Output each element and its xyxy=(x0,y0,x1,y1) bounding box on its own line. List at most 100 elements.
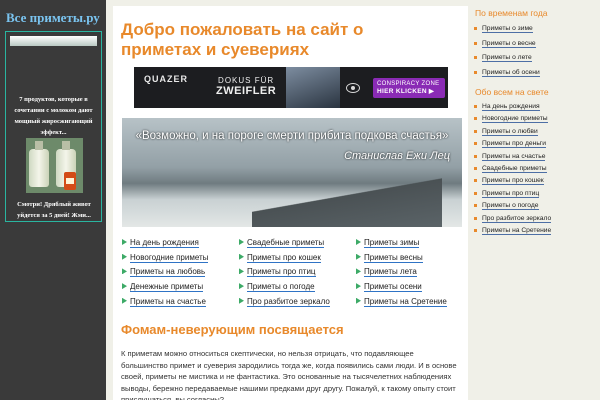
category-link[interactable]: Приметы на любовь xyxy=(122,266,206,278)
section-title: Фомам-неверующим посвящается xyxy=(121,322,344,337)
category-link[interactable]: Денежные приметы xyxy=(122,281,204,293)
sidebar-link[interactable]: Про разбитое зеркало xyxy=(482,213,552,224)
category-link[interactable]: Про разбитое зеркало xyxy=(239,296,330,308)
sidebar-link[interactable]: Приметы о любви xyxy=(482,126,538,137)
category-link-label: Приметы весны xyxy=(364,252,423,263)
arrow-icon xyxy=(239,268,244,275)
promo-text-2[interactable]: Смотри! Дряблый живот уйдется за 5 дней!… xyxy=(9,199,99,221)
sidebar-link[interactable]: Приметы на Сретение xyxy=(482,225,552,236)
ad-cta-button[interactable]: CONSPIRACY ZONE HIER KLICKEN ▶ xyxy=(373,78,445,98)
banner-quote: «Возможно, и на пороге смерти прибита по… xyxy=(135,130,449,142)
arrow-icon xyxy=(239,253,244,260)
sidebar-link[interactable]: Приметы о зиме xyxy=(482,23,533,34)
sidebar-link[interactable]: Приметы про птиц xyxy=(482,188,540,199)
ad-cta-line2: HIER KLICKEN ▶ xyxy=(377,88,435,95)
world-heading: Обо всем на свете xyxy=(475,87,549,97)
ad-banner[interactable]: QUAZER DOKUS FÜR ZWEIFLER CONSPIRACY ZON… xyxy=(134,67,448,108)
sidebar-link-label: Приметы об осени xyxy=(482,68,540,77)
arrow-icon xyxy=(122,253,127,260)
sidebar-link[interactable]: Приметы про кошек xyxy=(482,175,544,186)
arrow-icon xyxy=(356,297,361,304)
bullet-icon xyxy=(474,41,477,45)
bullet-icon xyxy=(474,191,477,195)
jar-icon xyxy=(64,172,76,190)
category-link[interactable]: На день рождения xyxy=(122,237,199,249)
category-links: На день рождения Свадебные приметы Приметы… xyxy=(122,233,462,313)
bullet-icon xyxy=(474,154,477,158)
category-link[interactable]: Приметы на счастье xyxy=(122,296,206,308)
sidebar-link-label: Про разбитое зеркало xyxy=(482,214,552,223)
sidebar-link-label: Свадебные приметы xyxy=(482,165,547,173)
category-link-label: Приметы про кошек xyxy=(247,252,321,263)
category-link-label: Приметы лета xyxy=(364,267,417,278)
bullet-icon xyxy=(474,204,477,208)
ad-logo: QUAZER xyxy=(144,74,188,84)
sidebar-link-label: Новогодние приметы xyxy=(482,115,548,124)
sidebar-link[interactable]: Приметы об осени xyxy=(482,67,540,78)
category-link-label: Приметы на любовь xyxy=(130,267,206,278)
ad-cta-line1: CONSPIRACY ZONE xyxy=(377,81,440,87)
category-link-label: Приметы зимы xyxy=(364,238,420,248)
category-link-label: Про разбитое зеркало xyxy=(247,296,330,307)
sidebar-link-label: Приметы о весне xyxy=(482,39,536,48)
sidebar-link[interactable]: Приметы на счастье xyxy=(482,151,546,162)
sidebar-link-label: Приметы про птиц xyxy=(482,189,540,198)
category-link-label: На день рождения xyxy=(130,238,199,248)
category-link[interactable]: Приметы весны xyxy=(356,252,423,264)
ad-headline: DOKUS FÜR ZWEIFLER xyxy=(216,75,276,97)
arrow-icon xyxy=(239,283,244,290)
category-link-label: Денежные приметы xyxy=(130,282,204,293)
arrow-icon xyxy=(356,253,361,260)
category-link[interactable]: Новогодние приметы xyxy=(122,252,209,264)
sidebar-link-label: Приметы о погоде xyxy=(482,202,539,211)
bullet-icon xyxy=(474,179,477,183)
arrow-icon xyxy=(239,297,244,304)
category-link-label: Приметы про птиц xyxy=(247,267,316,278)
category-link[interactable]: Приметы про птиц xyxy=(239,266,316,278)
category-link[interactable]: Приметы на Сретение xyxy=(356,296,447,308)
sidebar-link[interactable]: Приметы о лете xyxy=(482,52,532,63)
sidebar-link[interactable]: На день рождения xyxy=(482,101,540,112)
promo-top-image[interactable] xyxy=(10,36,97,46)
bullet-icon xyxy=(474,167,477,170)
sidebar-link[interactable]: Приметы о весне xyxy=(482,38,536,49)
bullet-icon xyxy=(474,216,477,220)
promo-image-milk[interactable] xyxy=(26,138,83,193)
seasons-heading: По временам года xyxy=(475,8,548,18)
category-link[interactable]: Приметы про кошек xyxy=(239,252,321,264)
page-title: Добро пожаловать на сайт о приметах и су… xyxy=(121,20,364,59)
arrow-icon xyxy=(122,268,127,275)
bullet-icon xyxy=(474,105,477,108)
category-link[interactable]: Приметы осени xyxy=(356,281,422,293)
arrow-icon xyxy=(239,239,244,245)
left-sidebar: Все приметы.ру 7 продуктов, которые в со… xyxy=(0,0,106,400)
sidebar-link-label: Приметы на Сретение xyxy=(482,227,552,235)
category-link-label: Свадебные приметы xyxy=(247,238,325,248)
arrow-icon xyxy=(122,283,127,290)
sidebar-link[interactable]: Свадебные приметы xyxy=(482,163,547,174)
sidebar-link-label: Приметы на счастье xyxy=(482,152,546,161)
category-link-label: Приметы на Сретение xyxy=(364,296,447,307)
arrow-icon xyxy=(356,283,361,290)
bullet-icon xyxy=(474,229,477,232)
quote-banner: «Возможно, и на пороге смерти прибита по… xyxy=(122,118,462,227)
category-link-label: Новогодние приметы xyxy=(130,252,209,263)
category-link[interactable]: Приметы лета xyxy=(356,266,417,278)
sidebar-link-label: Приметы о любви xyxy=(482,127,538,136)
promo-widget[interactable]: 7 продуктов, которые в сочетании с молок… xyxy=(5,31,102,222)
right-sidebar: По временам года Обо всем на свете Приме… xyxy=(474,0,600,400)
site-title[interactable]: Все приметы.ру xyxy=(6,10,100,26)
category-link[interactable]: Свадебные приметы xyxy=(239,237,325,249)
bullet-icon xyxy=(474,142,477,146)
sidebar-link-label: Приметы о лете xyxy=(482,54,532,62)
sidebar-link[interactable]: Приметы о погоде xyxy=(482,200,539,211)
category-link[interactable]: Приметы о погоде xyxy=(239,281,315,293)
milk-bottle-icon xyxy=(29,141,49,187)
intro-paragraph: К приметам можно относиться скептически,… xyxy=(121,349,457,400)
sidebar-link-label: На день рождения xyxy=(482,103,540,111)
category-link[interactable]: Приметы зимы xyxy=(356,237,420,249)
sidebar-link[interactable]: Приметы про деньги xyxy=(482,138,546,149)
promo-text-1[interactable]: 7 продуктов, которые в сочетании с молок… xyxy=(9,94,98,138)
bullet-icon xyxy=(474,117,477,121)
sidebar-link[interactable]: Новогодние приметы xyxy=(482,113,548,124)
